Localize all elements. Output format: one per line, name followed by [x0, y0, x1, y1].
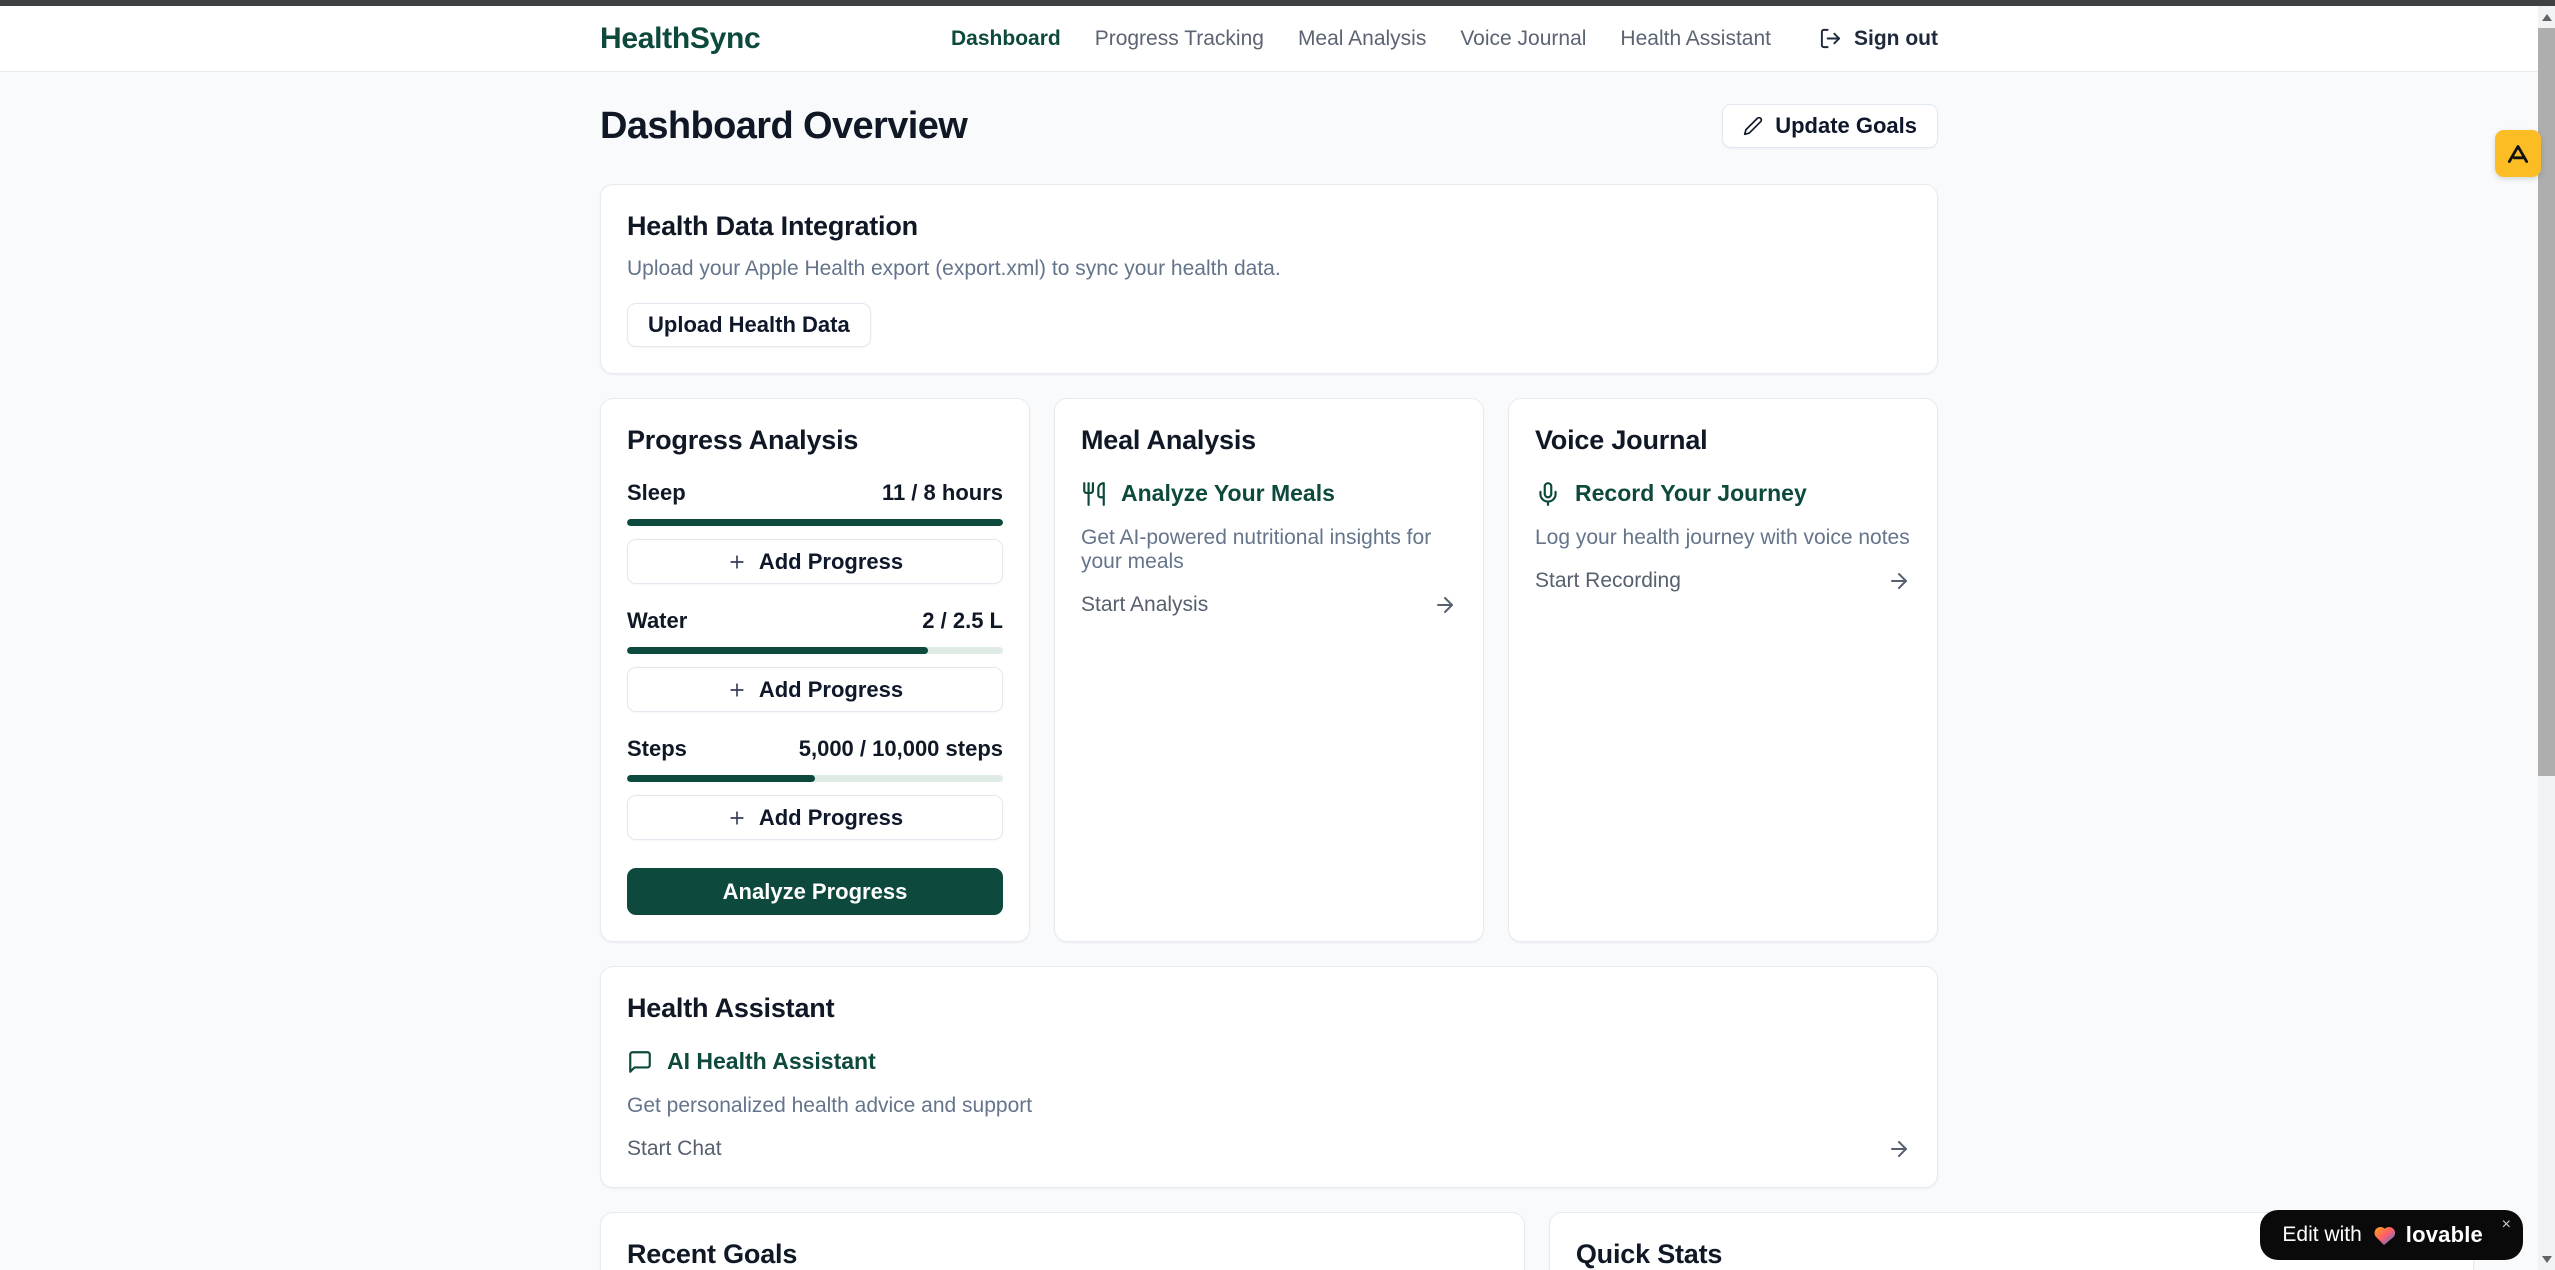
voice-journal-card: Voice Journal Record Your Journey Log yo…: [1508, 398, 1938, 942]
add-progress-steps-button[interactable]: Add Progress: [627, 795, 1003, 840]
progress-analysis-card: Progress Analysis Sleep 11 / 8 hours Add…: [600, 398, 1030, 942]
start-chat-action[interactable]: Start Chat: [627, 1137, 1911, 1161]
badge-brand: lovable: [2406, 1222, 2483, 1248]
meal-analysis-description: Get AI-powered nutritional insights for …: [1081, 526, 1457, 574]
metric-label: Water: [627, 608, 687, 634]
microphone-icon: [1535, 481, 1561, 507]
app-logo: HealthSync: [600, 22, 760, 56]
start-recording-label: Start Recording: [1535, 569, 1681, 593]
arrow-right-icon: [1887, 1137, 1911, 1161]
start-chat-label: Start Chat: [627, 1137, 722, 1161]
record-your-journey-link[interactable]: Record Your Journey: [1535, 480, 1911, 507]
lovable-heart-icon: [2372, 1224, 2396, 1246]
integration-title: Health Data Integration: [627, 211, 1911, 242]
main-nav: Dashboard Progress Tracking Meal Analysi…: [951, 27, 1938, 51]
analyze-progress-button[interactable]: Analyze Progress: [627, 868, 1003, 915]
metric-value: 5,000 / 10,000 steps: [799, 736, 1003, 762]
record-your-journey-label: Record Your Journey: [1575, 480, 1807, 507]
vertical-scrollbar[interactable]: [2538, 6, 2555, 1270]
metric-label: Sleep: [627, 480, 686, 506]
health-assistant-description: Get personalized health advice and suppo…: [627, 1094, 1911, 1118]
metric-steps: Steps 5,000 / 10,000 steps Add Progress: [627, 736, 1003, 840]
metric-sleep: Sleep 11 / 8 hours Add Progress: [627, 480, 1003, 584]
meal-analysis-title: Meal Analysis: [1081, 425, 1457, 456]
progress-bar-sleep: [627, 519, 1003, 526]
plus-icon: [727, 552, 747, 572]
upload-health-data-button[interactable]: Upload Health Data: [627, 303, 871, 347]
update-goals-button[interactable]: Update Goals: [1722, 104, 1938, 148]
chat-bubble-icon: [627, 1049, 653, 1075]
page-title: Dashboard Overview: [600, 105, 967, 148]
arrow-right-icon: [1887, 569, 1911, 593]
health-assistant-card: Health Assistant AI Health Assistant Get…: [600, 966, 1938, 1188]
metric-value: 2 / 2.5 L: [922, 608, 1003, 634]
nav-meal-analysis[interactable]: Meal Analysis: [1298, 27, 1426, 51]
scrollbar-down-arrow[interactable]: [2538, 1248, 2555, 1270]
edit-with-lovable-badge[interactable]: Edit with lovable ×: [2260, 1210, 2523, 1260]
metric-value: 11 / 8 hours: [882, 480, 1003, 506]
analyze-your-meals-link[interactable]: Analyze Your Meals: [1081, 480, 1457, 507]
add-progress-sleep-button[interactable]: Add Progress: [627, 539, 1003, 584]
badge-prefix: Edit with: [2282, 1223, 2361, 1247]
metric-label: Steps: [627, 736, 687, 762]
dashboard-main: Dashboard Overview Update Goals Health D…: [600, 72, 1938, 1270]
nav-progress-tracking[interactable]: Progress Tracking: [1095, 27, 1264, 51]
sign-out-label: Sign out: [1854, 27, 1938, 51]
arrow-right-icon: [1433, 593, 1457, 617]
scrollbar-up-arrow[interactable]: [2538, 6, 2555, 28]
start-recording-action[interactable]: Start Recording: [1535, 569, 1911, 593]
badge-close-icon[interactable]: ×: [2502, 1217, 2511, 1233]
progress-analysis-title: Progress Analysis: [627, 425, 1003, 456]
health-data-integration-card: Health Data Integration Upload your Appl…: [600, 184, 1938, 374]
voice-journal-title: Voice Journal: [1535, 425, 1911, 456]
ai-health-assistant-label: AI Health Assistant: [667, 1048, 876, 1075]
meal-analysis-card: Meal Analysis Analyze Your Meals Get AI-…: [1054, 398, 1484, 942]
extension-logo-icon: [2505, 141, 2531, 167]
sign-out-button[interactable]: Sign out: [1819, 27, 1938, 51]
metric-water: Water 2 / 2.5 L Add Progress: [627, 608, 1003, 712]
nav-dashboard[interactable]: Dashboard: [951, 27, 1061, 51]
progress-bar-water: [627, 647, 1003, 654]
add-progress-label: Add Progress: [759, 549, 903, 575]
start-analysis-label: Start Analysis: [1081, 593, 1208, 617]
start-analysis-action[interactable]: Start Analysis: [1081, 593, 1457, 617]
update-goals-label: Update Goals: [1775, 113, 1917, 139]
add-progress-label: Add Progress: [759, 677, 903, 703]
voice-journal-description: Log your health journey with voice notes: [1535, 526, 1911, 550]
add-progress-water-button[interactable]: Add Progress: [627, 667, 1003, 712]
health-assistant-title: Health Assistant: [627, 993, 1911, 1024]
plus-icon: [727, 680, 747, 700]
integration-description: Upload your Apple Health export (export.…: [627, 257, 1911, 281]
add-progress-label: Add Progress: [759, 805, 903, 831]
nav-health-assistant[interactable]: Health Assistant: [1620, 27, 1771, 51]
progress-bar-steps: [627, 775, 1003, 782]
recent-goals-title: Recent Goals: [627, 1239, 1498, 1270]
nav-voice-journal[interactable]: Voice Journal: [1460, 27, 1586, 51]
ai-health-assistant-link[interactable]: AI Health Assistant: [627, 1048, 1911, 1075]
app-header: HealthSync Dashboard Progress Tracking M…: [0, 6, 2538, 72]
utensils-icon: [1081, 481, 1107, 507]
analyze-your-meals-label: Analyze Your Meals: [1121, 480, 1335, 507]
recent-goals-card: Recent Goals Select Date Today Yesterday…: [600, 1212, 1525, 1270]
browser-extension-button[interactable]: [2495, 130, 2541, 177]
logout-icon: [1819, 27, 1842, 50]
pencil-icon: [1743, 116, 1763, 136]
plus-icon: [727, 808, 747, 828]
